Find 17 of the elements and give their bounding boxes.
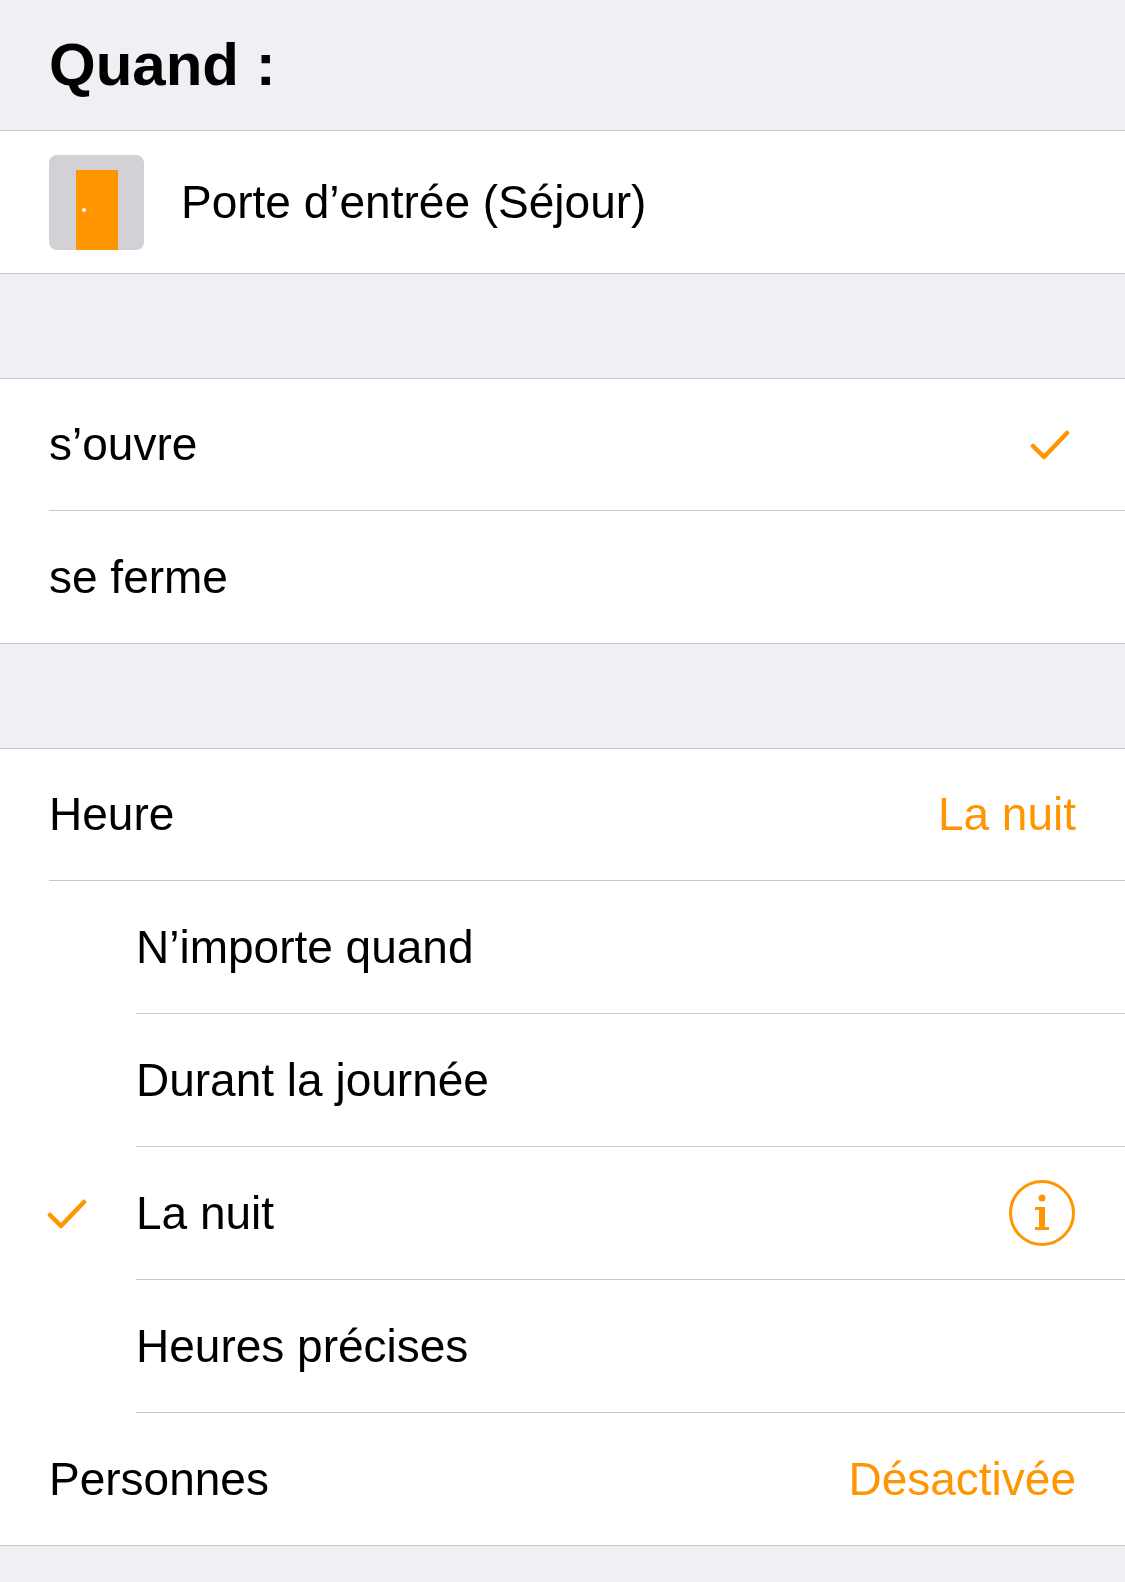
event-option[interactable]: s’ouvre: [49, 379, 1125, 511]
setting-label: Personnes: [49, 1451, 269, 1507]
event-option[interactable]: se ferme: [49, 511, 1125, 643]
time-option[interactable]: Heures précises: [0, 1280, 1125, 1413]
setting-row[interactable]: Personnes Désactivée: [49, 1413, 1125, 1545]
section-title: Quand :: [49, 30, 276, 100]
time-option[interactable]: La nuit: [0, 1147, 1125, 1280]
setting-value: Désactivée: [848, 1451, 1076, 1507]
accessory-name: Porte d’entrée (Séjour): [181, 174, 647, 230]
setting-value: La nuit: [937, 787, 1076, 842]
setting-label: Heure: [49, 787, 175, 842]
accessory-row[interactable]: Porte d’entrée (Séjour): [0, 131, 1125, 274]
door-icon: [49, 154, 144, 250]
time-option[interactable]: Durant la journée: [0, 1014, 1125, 1147]
info-icon[interactable]: [1008, 1179, 1076, 1247]
time-option[interactable]: N’importe quand: [0, 881, 1125, 1014]
setting-row[interactable]: Heure La nuit: [49, 749, 1125, 881]
